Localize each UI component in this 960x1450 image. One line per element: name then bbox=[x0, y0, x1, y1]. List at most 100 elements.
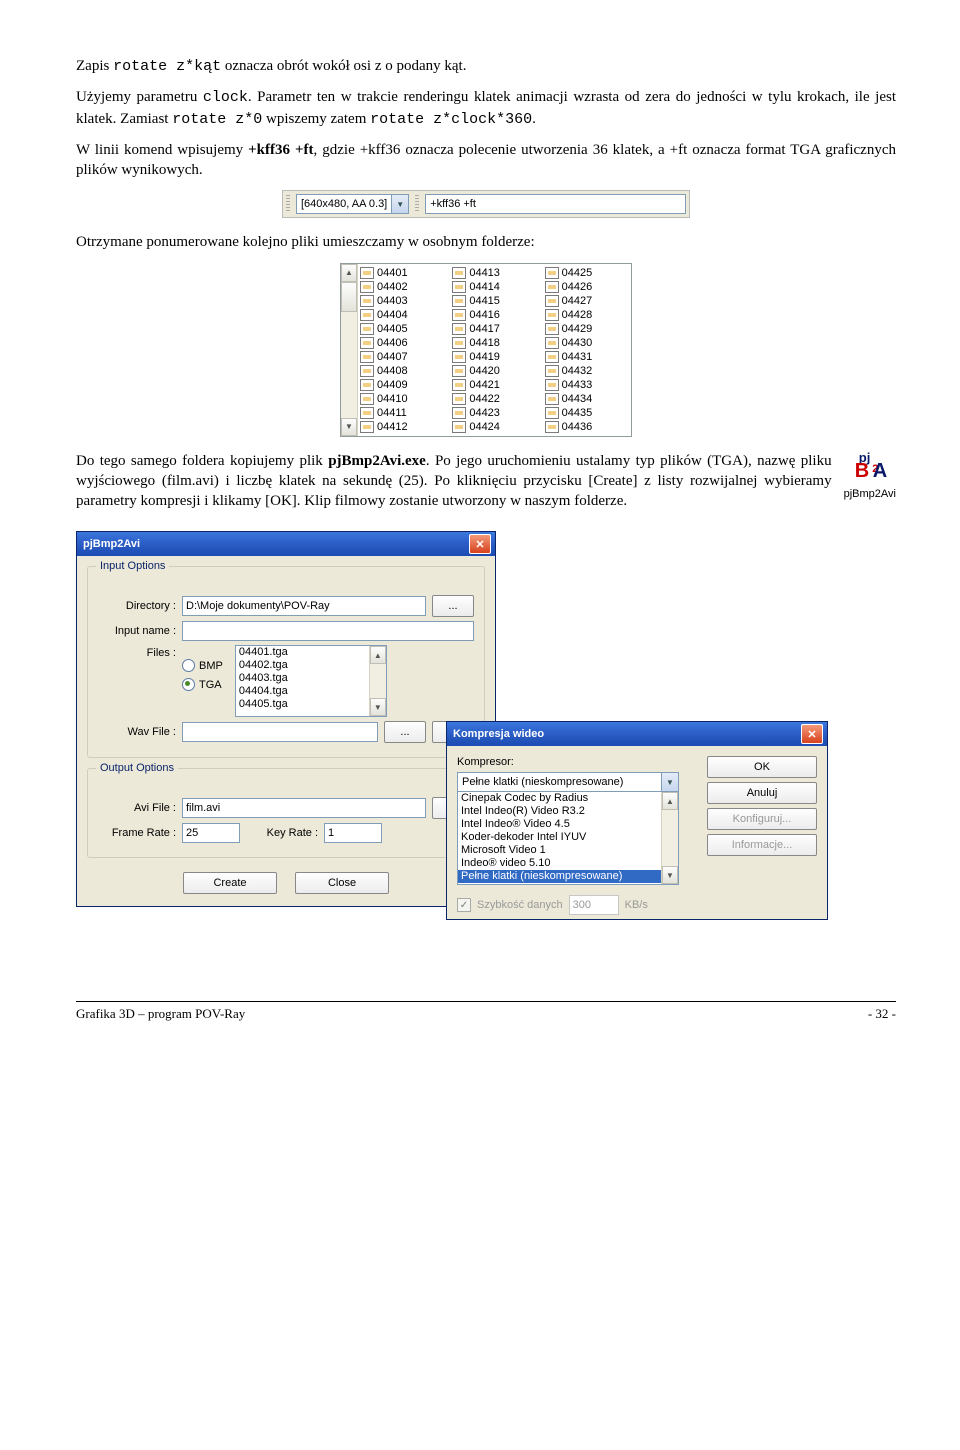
file-name: 04403 bbox=[377, 295, 408, 307]
scroll-up-icon[interactable]: ▲ bbox=[662, 792, 678, 810]
command-line-input[interactable]: +kff36 +ft bbox=[425, 194, 686, 214]
kompresor-label: Kompresor: bbox=[457, 756, 699, 768]
file-item[interactable]: 04410 bbox=[360, 392, 444, 406]
file-item[interactable]: 04407 bbox=[360, 350, 444, 364]
image-file-icon bbox=[452, 351, 466, 363]
file-item[interactable]: 04431 bbox=[545, 350, 629, 364]
list-item[interactable]: 04401.tga bbox=[236, 646, 386, 659]
resolution-combo[interactable]: [640x480, AA 0.3] ▼ bbox=[296, 194, 409, 214]
file-item[interactable]: 04413 bbox=[452, 266, 536, 280]
vertical-scrollbar[interactable]: ▲ ▼ bbox=[341, 264, 358, 436]
scroll-thumb[interactable] bbox=[341, 282, 357, 312]
file-name: 04432 bbox=[562, 365, 593, 377]
inputname-input[interactable] bbox=[182, 621, 474, 641]
file-item[interactable]: 04417 bbox=[452, 322, 536, 336]
chevron-down-icon[interactable]: ▼ bbox=[661, 773, 678, 791]
file-item[interactable]: 04434 bbox=[545, 392, 629, 406]
file-list-panel: ▲ ▼ 044010440204403044040440504406044070… bbox=[340, 263, 632, 437]
grip-icon bbox=[286, 195, 290, 213]
browse-button[interactable]: ... bbox=[432, 595, 474, 617]
image-file-icon bbox=[545, 267, 559, 279]
browse-wav-button[interactable]: ... bbox=[384, 721, 426, 743]
file-item[interactable]: 04401 bbox=[360, 266, 444, 280]
list-item[interactable]: Indeo® video 5.10 bbox=[458, 857, 678, 870]
anuluj-button[interactable]: Anuluj bbox=[707, 782, 817, 804]
file-item[interactable]: 04436 bbox=[545, 420, 629, 434]
informacje-button[interactable]: Informacje... bbox=[707, 834, 817, 856]
image-file-icon bbox=[360, 393, 374, 405]
titlebar[interactable]: Kompresja wideo ✕ bbox=[447, 722, 827, 746]
window-title: pjBmp2Avi bbox=[83, 538, 140, 550]
footer-page: - 32 - bbox=[868, 1006, 896, 1022]
kompresor-list[interactable]: Cinepak Codec by RadiusIntel Indeo(R) Vi… bbox=[457, 791, 679, 885]
file-item[interactable]: 04425 bbox=[545, 266, 629, 280]
file-item[interactable]: 04428 bbox=[545, 308, 629, 322]
image-file-icon bbox=[360, 323, 374, 335]
file-item[interactable]: 04433 bbox=[545, 378, 629, 392]
ok-button[interactable]: OK bbox=[707, 756, 817, 778]
file-item[interactable]: 04404 bbox=[360, 308, 444, 322]
file-name: 04411 bbox=[377, 407, 407, 419]
directory-input[interactable]: D:\Moje dokumenty\POV-Ray bbox=[182, 596, 426, 616]
file-item[interactable]: 04430 bbox=[545, 336, 629, 350]
scroll-up-icon[interactable]: ▲ bbox=[341, 264, 357, 282]
titlebar[interactable]: pjBmp2Avi ✕ bbox=[77, 532, 495, 556]
image-file-icon bbox=[452, 421, 466, 433]
file-item[interactable]: 04408 bbox=[360, 364, 444, 378]
list-item[interactable]: 04403.tga bbox=[236, 672, 386, 685]
list-item[interactable]: Cinepak Codec by Radius bbox=[458, 792, 678, 805]
scroll-down-icon[interactable]: ▼ bbox=[662, 866, 678, 884]
close-icon[interactable]: ✕ bbox=[801, 724, 823, 744]
radio-tga[interactable]: TGA bbox=[182, 678, 223, 691]
pjbmp2avi-icon-block[interactable]: pjB2A pjBmp2Avi bbox=[844, 451, 896, 500]
scroll-down-icon[interactable]: ▼ bbox=[370, 698, 386, 716]
file-item[interactable]: 04409 bbox=[360, 378, 444, 392]
image-file-icon bbox=[360, 309, 374, 321]
close-button[interactable]: Close bbox=[295, 872, 389, 894]
file-item[interactable]: 04414 bbox=[452, 280, 536, 294]
list-item[interactable]: Intel Indeo(R) Video R3.2 bbox=[458, 805, 678, 818]
chevron-down-icon[interactable]: ▼ bbox=[391, 195, 408, 213]
file-item[interactable]: 04427 bbox=[545, 294, 629, 308]
file-item[interactable]: 04421 bbox=[452, 378, 536, 392]
avifile-input[interactable]: film.avi bbox=[182, 798, 426, 818]
close-icon[interactable]: ✕ bbox=[469, 534, 491, 554]
file-name: 04408 bbox=[377, 365, 408, 377]
file-item[interactable]: 04422 bbox=[452, 392, 536, 406]
file-item[interactable]: 04424 bbox=[452, 420, 536, 434]
list-item[interactable]: Intel Indeo® Video 4.5 bbox=[458, 818, 678, 831]
file-item[interactable]: 04415 bbox=[452, 294, 536, 308]
list-item[interactable]: 04405.tga bbox=[236, 698, 386, 711]
scroll-up-icon[interactable]: ▲ bbox=[370, 646, 386, 664]
file-item[interactable]: 04423 bbox=[452, 406, 536, 420]
radio-bmp[interactable]: BMP bbox=[182, 659, 223, 672]
kompresor-combo[interactable]: Pełne klatki (nieskompresowane) ▼ bbox=[457, 772, 679, 792]
file-item[interactable]: 04432 bbox=[545, 364, 629, 378]
create-button[interactable]: Create bbox=[183, 872, 277, 894]
file-item[interactable]: 04435 bbox=[545, 406, 629, 420]
wavfile-input[interactable] bbox=[182, 722, 378, 742]
files-listbox[interactable]: 04401.tga04402.tga04403.tga04404.tga0440… bbox=[235, 645, 387, 717]
list-item[interactable]: Koder-dekoder Intel IYUV bbox=[458, 831, 678, 844]
file-item[interactable]: 04406 bbox=[360, 336, 444, 350]
file-item[interactable]: 04429 bbox=[545, 322, 629, 336]
list-item[interactable]: Microsoft Video 1 bbox=[458, 844, 678, 857]
file-item[interactable]: 04416 bbox=[452, 308, 536, 322]
file-item[interactable]: 04412 bbox=[360, 420, 444, 434]
file-item[interactable]: 04405 bbox=[360, 322, 444, 336]
paragraph-1: Zapis rotate z*kąt oznacza obrót wokół o… bbox=[76, 56, 896, 77]
keyrate-input[interactable]: 1 bbox=[324, 823, 382, 843]
file-item[interactable]: 04402 bbox=[360, 280, 444, 294]
file-item[interactable]: 04411 bbox=[360, 406, 444, 420]
scroll-down-icon[interactable]: ▼ bbox=[341, 418, 357, 436]
file-item[interactable]: 04418 bbox=[452, 336, 536, 350]
file-item[interactable]: 04403 bbox=[360, 294, 444, 308]
file-item[interactable]: 04426 bbox=[545, 280, 629, 294]
list-item[interactable]: Pełne klatki (nieskompresowane) bbox=[458, 870, 678, 883]
konfiguruj-button[interactable]: Konfiguruj... bbox=[707, 808, 817, 830]
framerate-input[interactable]: 25 bbox=[182, 823, 240, 843]
list-item[interactable]: 04402.tga bbox=[236, 659, 386, 672]
file-item[interactable]: 04420 bbox=[452, 364, 536, 378]
file-item[interactable]: 04419 bbox=[452, 350, 536, 364]
list-item[interactable]: 04404.tga bbox=[236, 685, 386, 698]
